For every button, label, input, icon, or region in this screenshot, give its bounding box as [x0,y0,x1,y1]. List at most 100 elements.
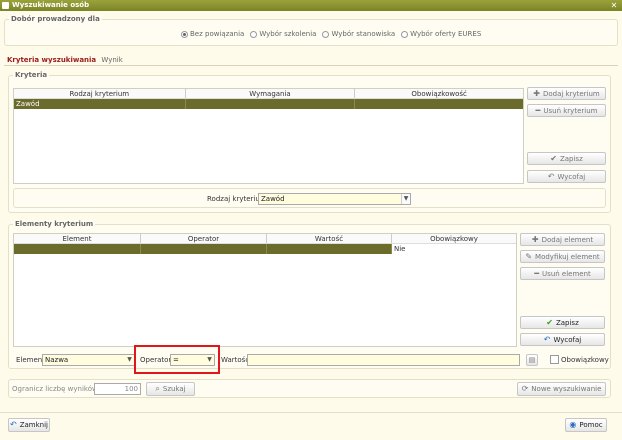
table-row[interactable]: Nie [14,244,516,254]
kryteria-legend: Kryteria [13,71,50,79]
col-header[interactable]: Wymagania [186,89,356,98]
app-icon [2,2,9,9]
radio-dot [401,30,409,38]
operator-highlight [134,345,220,374]
button-label: Pomoc [579,421,603,429]
table-header: Rodzaj kryterium Wymagania Obowiązkowość [14,89,523,99]
col-header[interactable]: Wartość [267,234,392,243]
radio-wybor-szkolenia[interactable]: Wybór szkolenia [250,30,316,38]
col-header[interactable]: Operator [141,234,267,243]
plus-icon: ✚ [533,88,540,98]
wartosc-input[interactable] [247,354,520,366]
obowiazkowy-label: Obowiązkowy [561,356,609,364]
button-label: Wycofaj [557,172,586,181]
check-icon: ✔ [546,317,553,327]
save-element-button[interactable]: ✔ Zapisz [520,316,605,329]
button-label: Usuń element [542,269,591,278]
chevron-down-icon[interactable]: ▼ [401,194,410,204]
wartosc-label: Wartość [221,356,250,364]
minus-icon: ━ [534,268,540,278]
window-title: Wyszukiwanie osób [12,1,90,9]
exit-icon: ↶ [10,420,17,429]
document-icon: ▤ [528,356,536,364]
search-icon: ⌕ [155,384,160,393]
button-label: Zapisz [555,318,579,327]
window-titlebar: Wyszukiwanie osób ✕ [0,0,622,11]
select-value: Nazwa [45,356,69,364]
footer-divider [0,412,622,413]
modify-element-button[interactable]: ✎ Modyfikuj element [520,250,605,263]
elementy-legend: Elementy kryterium [13,220,96,228]
minus-icon: ━ [535,105,541,115]
button-label: Zapisz [559,154,583,163]
wartosc-picker-button[interactable]: ▤ [526,354,538,366]
input-value: 100 [124,385,138,393]
table-cell: Zawód [14,99,186,109]
undo-icon: ↶ [547,171,555,181]
table-cell [141,244,267,254]
save-criterion-button[interactable]: ✔ Zapisz [527,152,606,165]
element-label: Element [16,356,45,364]
remove-criterion-button[interactable]: ━ Usuń kryterium [527,104,606,117]
radio-wybor-oferty-eures[interactable]: Wybór oferty EURES [401,30,481,38]
table-header: Element Operator Wartość Obowiązkowy [14,234,516,244]
col-header[interactable]: Rodzaj kryterium [14,89,186,98]
button-label: Wycofaj [553,335,582,344]
new-search-button[interactable]: ⟳ Nowe wyszukiwanie [517,382,606,396]
add-element-button[interactable]: ✚ Dodaj element [520,233,605,246]
radio-label: Wybór stanowiska [331,30,396,38]
button-label: Szukaj [162,385,186,393]
refresh-icon: ⟳ [521,384,529,393]
revert-criterion-button[interactable]: ↶ Wycofaj [527,170,606,183]
kryteria-table: Rodzaj kryterium Wymagania Obowiązkowość… [13,88,524,184]
dobor-legend: Dobór prowadzony dla [9,15,102,23]
tab-wynik[interactable]: Wynik [101,56,122,64]
revert-element-button[interactable]: ↶ Wycofaj [520,333,605,346]
dobor-group: Dobór prowadzony dla Bez powiązania Wybó… [4,15,618,46]
help-button[interactable]: ◉ Pomoc [565,418,607,432]
radio-dot [181,30,188,38]
radio-wybor-stanowiska[interactable]: Wybór stanowiska [322,30,395,38]
button-label: Usuń kryterium [543,106,598,115]
help-icon: ◉ [569,420,577,429]
add-criterion-button[interactable]: ✚ Dodaj kryterium [527,87,606,100]
elementy-table: Element Operator Wartość Obowiązkowy Nie [13,233,517,347]
rodzaj-kryterium-select[interactable]: Zawód ▼ [258,193,411,205]
table-cell [186,99,356,109]
radio-bez-powiazania[interactable]: Bez powiązania [181,30,244,38]
col-header[interactable]: Obowiązkowy [392,234,516,243]
table-cell [355,99,523,109]
undo-icon: ↶ [543,334,551,344]
plus-icon: ✚ [531,234,539,244]
close-icon[interactable]: ✕ [609,1,619,10]
search-button[interactable]: ⌕ Szukaj [146,382,195,396]
obowiazkowy-checkbox[interactable] [550,355,559,364]
table-cell: Nie [392,244,516,254]
dobor-radio-group: Bez powiązania Wybór szkolenia Wybór sta… [181,30,481,38]
button-label: Zamknij [19,421,48,429]
button-label: Dodaj kryterium [542,89,600,98]
button-label: Nowe wyszukiwanie [531,385,602,393]
tab-bar: Kryteria wyszukiwania Wynik [7,56,123,64]
check-icon: ✔ [550,153,557,163]
radio-dot [322,30,330,38]
remove-element-button[interactable]: ━ Usuń element [520,267,605,280]
radio-dot [250,30,258,38]
tab-divider [4,65,618,66]
col-header[interactable]: Element [14,234,141,243]
table-cell [14,244,141,254]
radio-label: Wybór oferty EURES [410,30,482,38]
button-label: Modyfikuj element [535,252,600,261]
radio-label: Bez powiązania [190,30,245,38]
col-header[interactable]: Obowiązkowość [355,89,523,98]
table-row[interactable]: Zawód [14,99,523,109]
edit-icon: ✎ [525,251,533,261]
limit-input[interactable]: 100 [94,383,141,395]
element-select[interactable]: Nazwa ▼ [42,354,135,366]
tab-kryteria-wyszukiwania[interactable]: Kryteria wyszukiwania [7,56,96,64]
button-label: Dodaj element [541,235,594,244]
table-cell [267,244,392,254]
chevron-down-icon[interactable]: ▼ [125,355,134,365]
close-button[interactable]: ↶ Zamknij [8,418,50,432]
radio-label: Wybór szkolenia [259,30,317,38]
